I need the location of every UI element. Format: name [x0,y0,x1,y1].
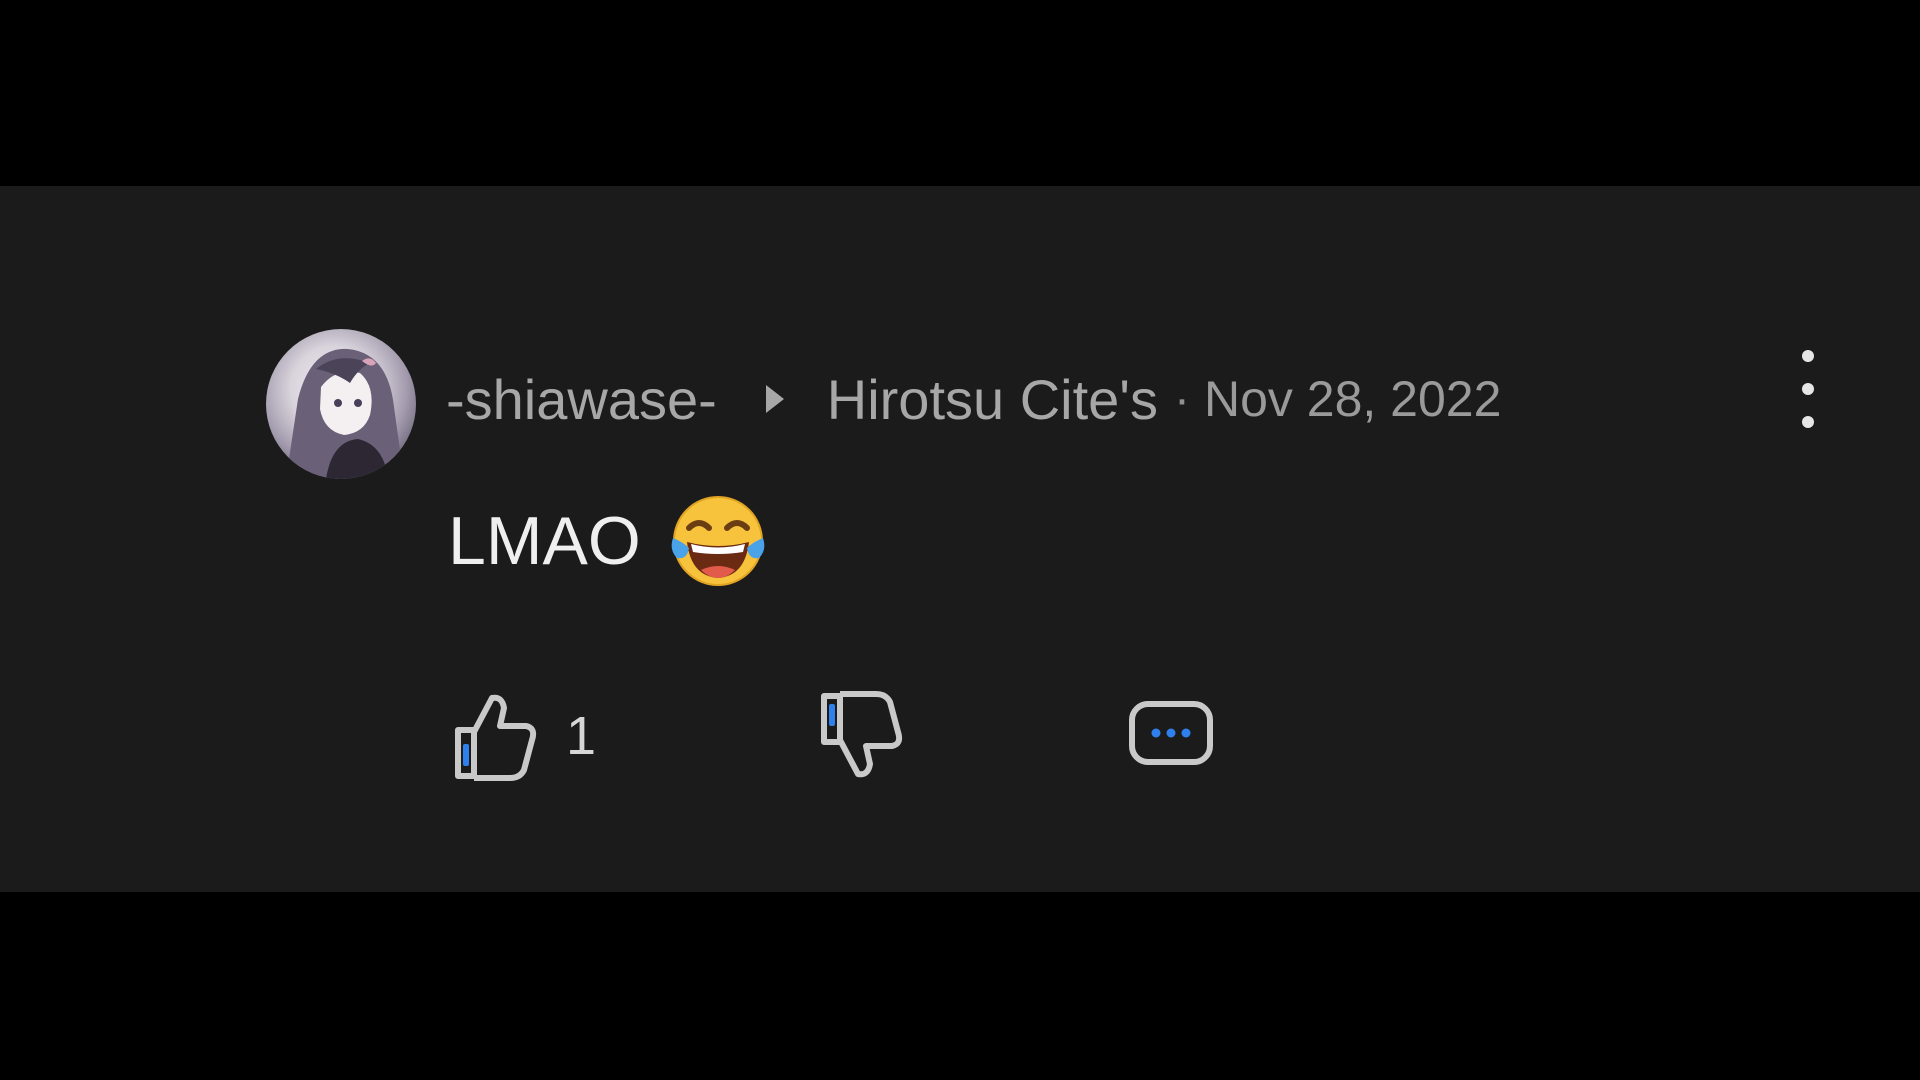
thumbs-up-icon [455,694,537,781]
more-dot [1802,416,1814,428]
separator-dot: · [1173,372,1190,426]
reply-button[interactable] [1126,686,1216,786]
dislike-button[interactable] [816,686,906,786]
more-dot [1802,350,1814,362]
comment-header: -shiawase- Hirotsu Cite's · Nov 28, 2022 [446,364,1501,434]
author-name[interactable]: -shiawase- [446,367,717,432]
like-button[interactable]: 1 [450,686,596,786]
video-frame: -shiawase- Hirotsu Cite's · Nov 28, 2022… [0,0,1920,1080]
face-with-tears-of-joy-icon [671,496,765,586]
more-dot [1802,383,1814,395]
like-count: 1 [566,706,597,766]
comment-timestamp: Nov 28, 2022 [1203,371,1502,427]
more-vertical-icon[interactable] [1790,344,1826,434]
avatar[interactable] [266,329,416,479]
thumbs-down-icon [821,691,903,778]
avatar-illustration [286,348,404,479]
comment-bubble-icon [1129,701,1213,765]
comment-text: LMAO [448,503,641,579]
comment-card: -shiawase- Hirotsu Cite's · Nov 28, 2022… [0,186,1920,892]
play-arrow-icon [765,385,784,413]
comment-body: LMAO [448,486,769,596]
reply-target-name[interactable]: Hirotsu Cite's [827,367,1158,432]
comment-actions: 1 [450,686,1350,796]
